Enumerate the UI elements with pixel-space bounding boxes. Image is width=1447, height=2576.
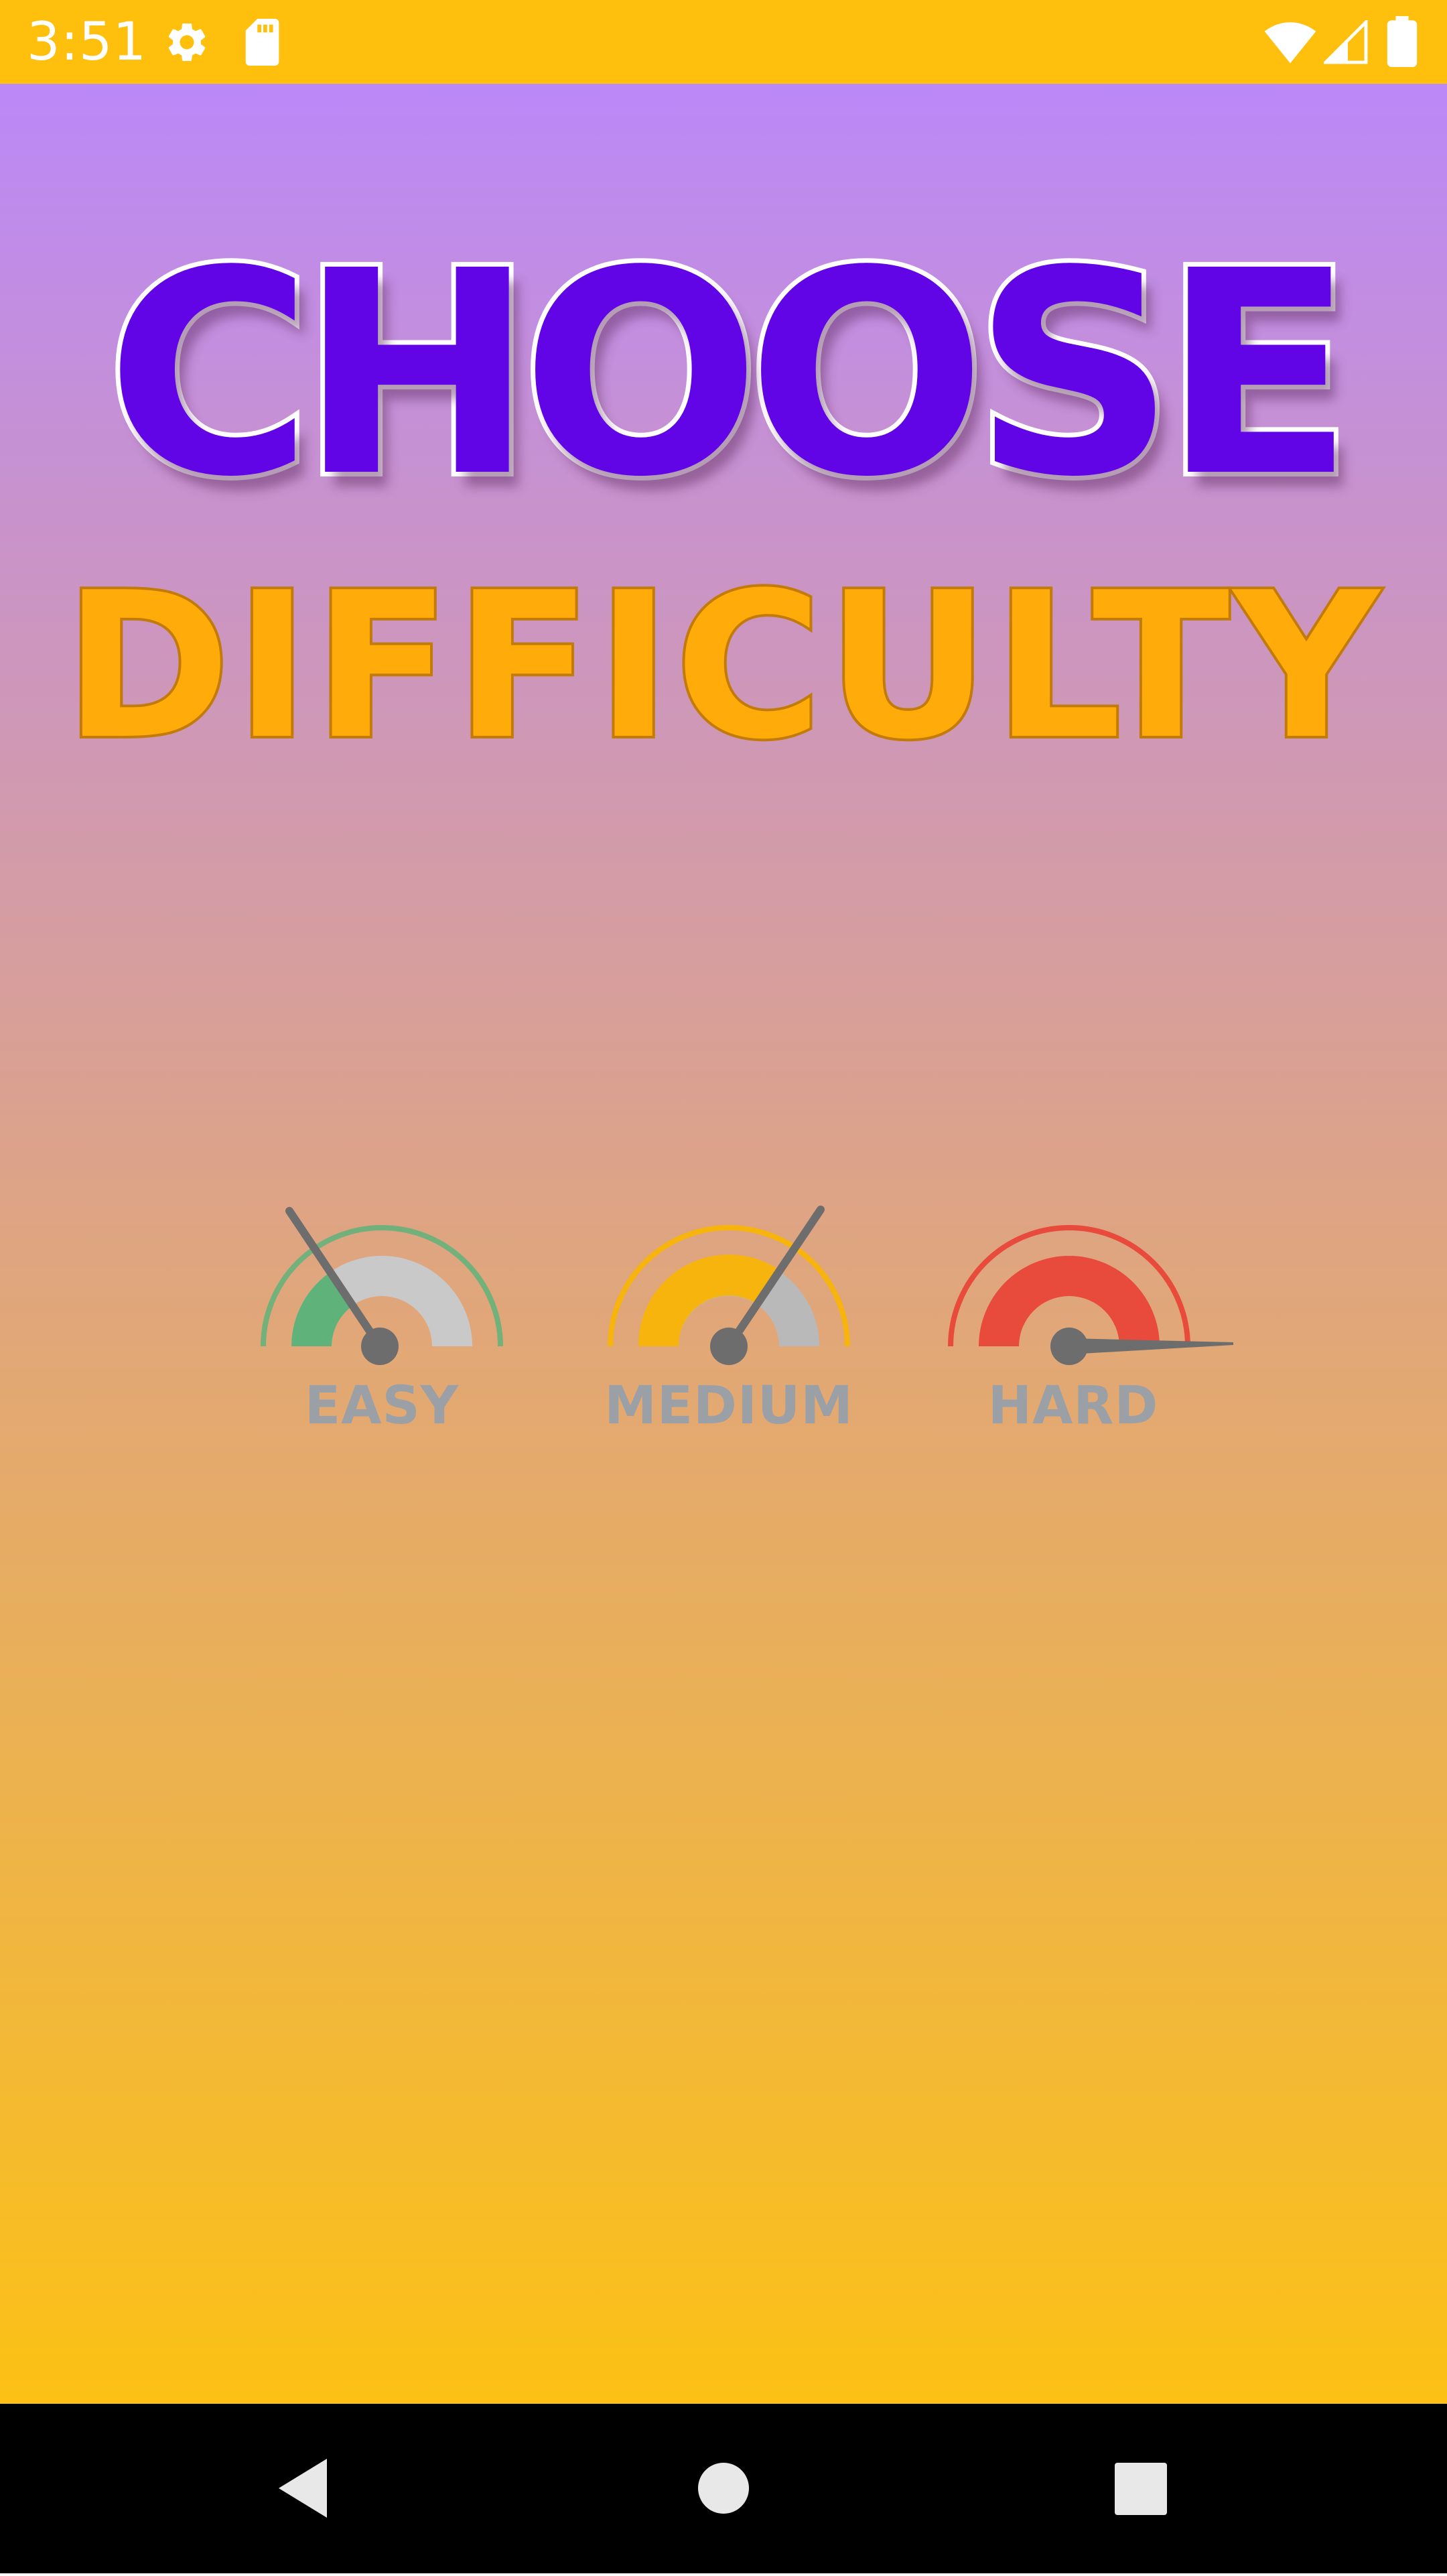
speedometer-icon <box>948 1225 1233 1365</box>
difficulty-screen: CHOOSE DIFFICULTY EASY MEDIUM HARD <box>0 84 1447 2404</box>
speedometer-icon <box>261 1207 503 1365</box>
cell-signal-icon <box>1322 18 1368 67</box>
hard-label: HARD <box>987 1376 1159 1436</box>
gauge-hub <box>710 1328 748 1365</box>
home-button[interactable] <box>640 2404 807 2573</box>
medium-button[interactable]: MEDIUM <box>571 1116 886 1464</box>
battery-icon <box>1387 16 1418 70</box>
recents-icon <box>1115 2463 1167 2515</box>
gauge-hub <box>361 1328 399 1365</box>
status-time: 3:51 <box>27 12 147 72</box>
gauge-hub <box>1050 1328 1088 1365</box>
medium-label: MEDIUM <box>604 1376 853 1436</box>
hard-button[interactable]: HARD <box>916 1116 1233 1464</box>
easy-button[interactable]: EASY <box>224 1116 539 1464</box>
title-difficulty: DIFFICULTY <box>61 550 1383 783</box>
status-bar: 3:51 <box>0 0 1447 84</box>
easy-label: EASY <box>304 1376 460 1436</box>
settings-icon <box>163 19 210 68</box>
sd-card-icon <box>243 19 284 68</box>
recents-button[interactable] <box>1056 2404 1223 2573</box>
back-icon <box>279 2459 327 2518</box>
back-button[interactable] <box>221 2404 389 2573</box>
title-area: CHOOSE DIFFICULTY <box>0 84 1447 821</box>
gauge-needle <box>1069 1338 1233 1354</box>
home-icon <box>698 2463 749 2514</box>
title-choose: CHOOSE <box>101 211 1359 539</box>
speedometer-icon <box>608 1206 850 1365</box>
navigation-bar <box>0 2404 1447 2573</box>
wifi-icon <box>1263 20 1317 67</box>
